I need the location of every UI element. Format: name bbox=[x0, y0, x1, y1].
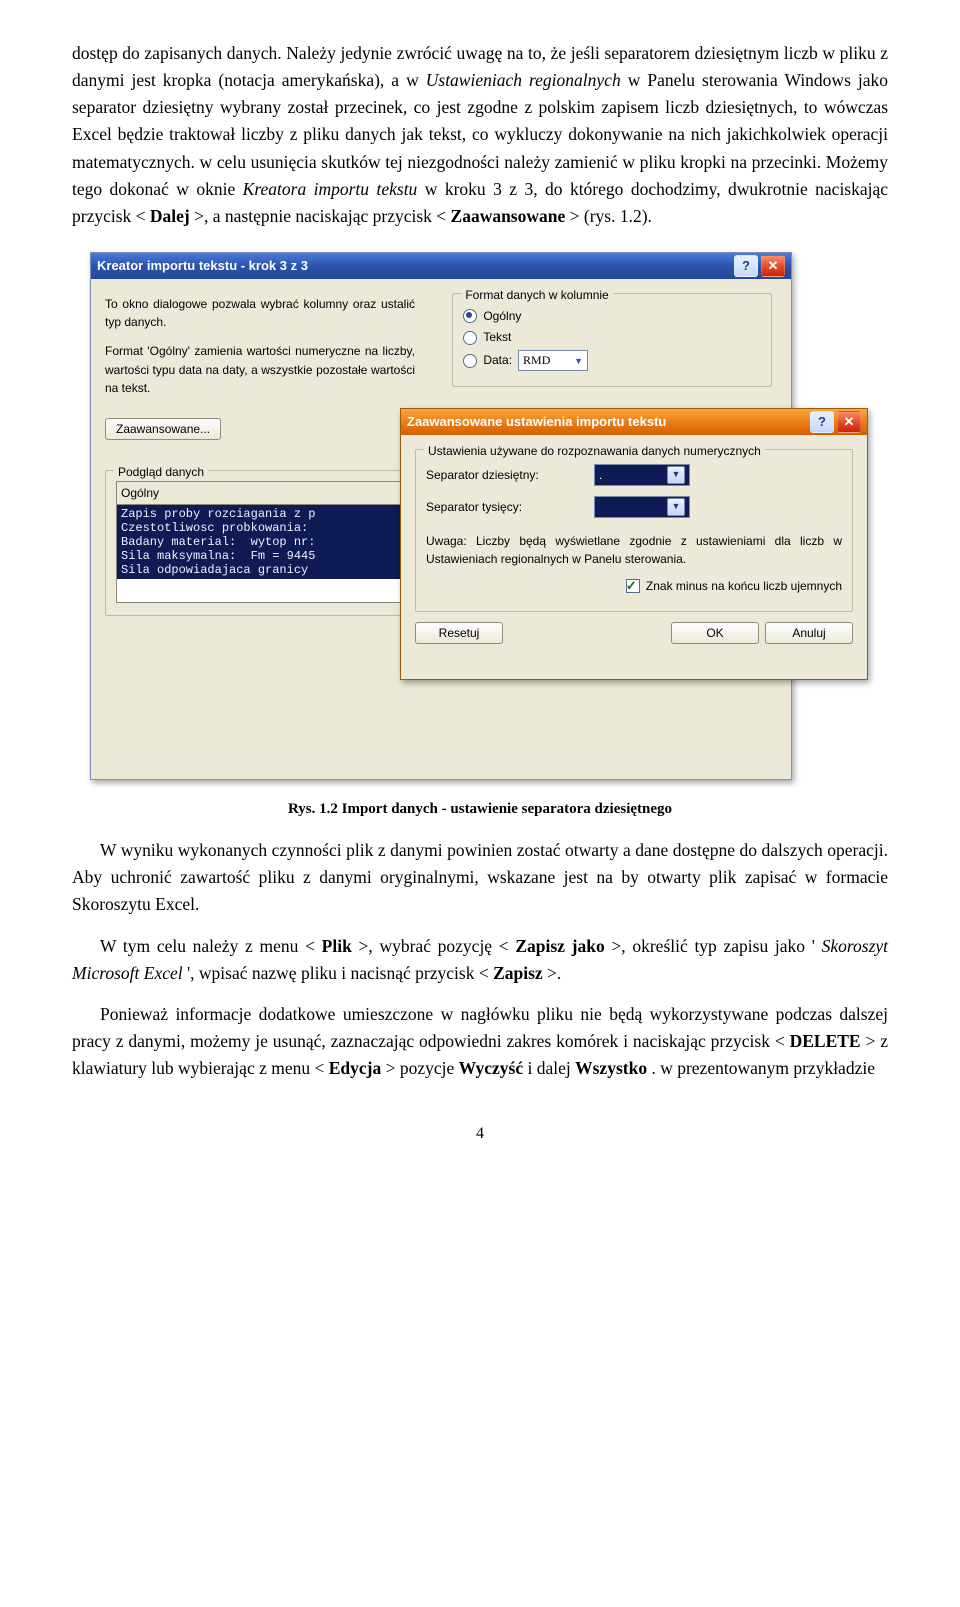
column-data-format-group: Format danych w kolumnie Ogólny Tekst Da… bbox=[452, 293, 772, 387]
thousands-separator-label: Separator tysięcy: bbox=[426, 498, 586, 517]
numeric-note: Uwaga: Liczby będą wyświetlane zgodnie z… bbox=[426, 532, 842, 569]
chevron-down-icon: ▼ bbox=[574, 356, 583, 366]
dialog-main-title: Kreator importu tekstu - krok 3 z 3 bbox=[97, 256, 308, 276]
titlebar-main: Kreator importu tekstu - krok 3 z 3 ? ✕ bbox=[91, 253, 791, 279]
help-icon[interactable]: ? bbox=[810, 411, 834, 433]
numeric-settings-group: Ustawienia używane do rozpoznawania dany… bbox=[415, 449, 853, 612]
dialog-adv-title: Zaawansowane ustawienia importu tekstu bbox=[407, 412, 666, 432]
help-icon[interactable]: ? bbox=[734, 255, 758, 277]
paragraph-3: W tym celu należy z menu < Plik >, wybra… bbox=[72, 933, 888, 987]
titlebar-advanced: Zaawansowane ustawienia importu tekstu ?… bbox=[401, 409, 867, 435]
radio-date[interactable]: Data: RMD ▼ bbox=[463, 350, 761, 371]
cancel-button[interactable]: Anuluj bbox=[765, 622, 853, 644]
radio-dot-icon bbox=[463, 331, 477, 345]
figure-caption: Rys. 1.2 Import danych - ustawienie sepa… bbox=[72, 798, 888, 821]
radio-dot-icon bbox=[463, 354, 477, 368]
intro-text-1: To okno dialogowe pozwala wybrać kolumny… bbox=[105, 295, 415, 332]
date-format-select[interactable]: RMD ▼ bbox=[518, 350, 588, 371]
reset-button[interactable]: Resetuj bbox=[415, 622, 503, 644]
intro-text-2: Format 'Ogólny' zamienia wartości numery… bbox=[105, 342, 415, 398]
trailing-minus-checkbox[interactable]: Znak minus na końcu liczb ujemnych bbox=[426, 577, 842, 596]
paragraph-1: dostęp do zapisanych danych. Należy jedy… bbox=[72, 40, 888, 230]
dialog-advanced-text-import: Zaawansowane ustawienia importu tekstu ?… bbox=[400, 408, 868, 680]
close-icon[interactable]: ✕ bbox=[837, 411, 861, 433]
page-number: 4 bbox=[72, 1122, 888, 1147]
paragraph-2: W wyniku wykonanych czynności plik z dan… bbox=[72, 837, 888, 918]
radio-general[interactable]: Ogólny bbox=[463, 307, 761, 326]
radio-text[interactable]: Tekst bbox=[463, 328, 761, 347]
figure-1-2: Kreator importu tekstu - krok 3 z 3 ? ✕ … bbox=[72, 252, 888, 821]
decimal-separator-label: Separator dziesiętny: bbox=[426, 466, 586, 485]
chevron-down-icon: ▼ bbox=[667, 498, 685, 516]
close-icon[interactable]: ✕ bbox=[761, 255, 785, 277]
advanced-button[interactable]: Zaawansowane... bbox=[105, 418, 221, 440]
thousands-separator-select[interactable]: ▼ bbox=[594, 496, 690, 518]
radio-dot-icon bbox=[463, 309, 477, 323]
ok-button[interactable]: OK bbox=[671, 622, 759, 644]
decimal-separator-select[interactable]: . ▼ bbox=[594, 464, 690, 486]
checkbox-icon bbox=[626, 579, 640, 593]
paragraph-4: Ponieważ informacje dodatkowe umieszczon… bbox=[72, 1001, 888, 1082]
chevron-down-icon: ▼ bbox=[667, 466, 685, 484]
